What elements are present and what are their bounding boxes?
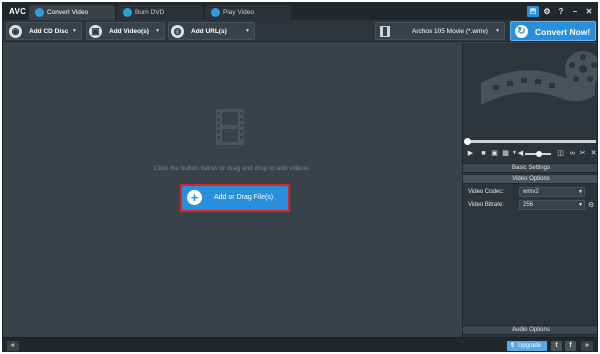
- crop-icon[interactable]: ◫: [557, 150, 564, 157]
- preview-film-reel-icon: [463, 43, 597, 138]
- convert-icon: [35, 8, 44, 17]
- play-icon[interactable]: ▶: [467, 150, 474, 157]
- minimize-button[interactable]: –: [569, 6, 581, 17]
- film-add-icon: ▣: [89, 25, 102, 38]
- play-icon: [211, 8, 220, 17]
- tab-play-video[interactable]: Play Video: [205, 5, 291, 20]
- facebook-icon[interactable]: f: [565, 341, 576, 351]
- tab-convert-video[interactable]: Convert Video: [29, 5, 115, 20]
- add-url-label: Add URL(s): [191, 28, 227, 35]
- upgrade-button[interactable]: ⇧ Upgrade: [507, 341, 547, 351]
- output-format-select[interactable]: Archos 105 Movie (*.wmv) ▼: [375, 22, 505, 40]
- close-button[interactable]: ✕: [583, 6, 595, 17]
- video-codec-value: wmv2: [523, 189, 539, 195]
- globe-add-icon: ◍: [171, 25, 184, 38]
- upgrade-label: Upgrade: [518, 343, 542, 349]
- add-cd-label: Add CD Disc: [29, 28, 69, 35]
- tab-label: Burn DVD: [135, 9, 165, 16]
- drop-area[interactable]: Click the button below or drag and drop …: [3, 43, 461, 337]
- video-codec-row: Video Codec: wmv2 ▼: [463, 186, 597, 198]
- add-files-label: Add or Drag File(s): [214, 194, 274, 201]
- add-cd-button[interactable]: ◉ Add CD Disc ▼: [6, 22, 82, 40]
- add-or-drag-files-button[interactable]: + Add or Drag File(s): [182, 186, 288, 210]
- cut-icon[interactable]: ✂: [579, 150, 586, 157]
- app-window: AVC Convert Video Burn DVD Play Video ⬒ …: [2, 2, 598, 352]
- chevron-down-icon: ▼: [155, 28, 160, 34]
- add-url-button[interactable]: ◍ Add URL(s) ▼: [168, 22, 255, 40]
- toolbar: ◉ Add CD Disc ▼ ▣ Add Video(s) ▼ ◍ Add U…: [3, 20, 597, 42]
- add-videos-button[interactable]: ▣ Add Video(s) ▼: [86, 22, 165, 40]
- video-bitrate-value: 256: [523, 202, 534, 208]
- chevron-down-icon: ▼: [578, 202, 583, 208]
- video-bitrate-row: Video Bitrate: 256 ▼ ⚙: [463, 199, 597, 211]
- arrow-up-icon: ⇧: [510, 343, 516, 349]
- output-format-value: Archos 105 Movie (*.wmv): [412, 28, 488, 35]
- chevron-down-icon: ▼: [245, 28, 250, 34]
- disc-icon: [123, 8, 132, 17]
- stop-icon[interactable]: ■: [480, 150, 487, 157]
- film-icon: [380, 26, 390, 37]
- disc-add-icon: ◉: [9, 25, 22, 38]
- drop-hint-text: Click the button below or drag and drop …: [154, 165, 310, 172]
- plus-icon: +: [187, 190, 202, 205]
- seek-handle[interactable]: [464, 138, 471, 145]
- chevron-down-icon: ▼: [72, 28, 77, 34]
- video-options-header[interactable]: Video Options: [463, 174, 597, 184]
- status-bar: « ⇧ Upgrade t f »: [3, 337, 597, 351]
- window-controls: ⬒ ⚙ ? – ✕: [527, 6, 595, 17]
- tab-label: Convert Video: [47, 9, 89, 16]
- twitter-icon[interactable]: t: [551, 341, 562, 351]
- chevron-down-icon: ▼: [578, 189, 583, 195]
- frame-icon[interactable]: ▦: [502, 150, 509, 157]
- help-icon[interactable]: ?: [555, 6, 567, 17]
- app-logo: AVC: [9, 7, 27, 16]
- settings-icon[interactable]: ⚙: [541, 6, 553, 17]
- convert-now-label: Convert Now!: [535, 27, 591, 37]
- video-codec-label: Video Codec:: [468, 189, 504, 195]
- audio-options-header[interactable]: Audio Options: [463, 325, 597, 335]
- right-panel: ▶ ■ ▣ ▦ ▼ ◀ ◫ ∞ ✂ ✕ Basic Settings Video…: [462, 43, 597, 337]
- playback-controls: ▶ ■ ▣ ▦ ▼ ◀ ◫ ∞ ✂ ✕: [463, 148, 597, 160]
- chevron-down-icon: ▼: [495, 28, 500, 34]
- volume-icon[interactable]: ◀: [517, 150, 524, 157]
- tab-burn-dvd[interactable]: Burn DVD: [117, 5, 203, 20]
- film-strip-icon: [216, 109, 244, 145]
- tab-label: Play Video: [223, 9, 254, 16]
- video-codec-select[interactable]: wmv2 ▼: [519, 187, 585, 197]
- title-bar: AVC Convert Video Burn DVD Play Video ⬒ …: [3, 3, 597, 20]
- expand-right-icon[interactable]: »: [581, 341, 593, 351]
- volume-handle[interactable]: [536, 151, 542, 157]
- add-videos-label: Add Video(s): [109, 28, 149, 35]
- store-icon[interactable]: ⬒: [527, 6, 539, 17]
- collapse-left-icon[interactable]: «: [7, 341, 19, 351]
- effects-icon[interactable]: ✕: [590, 150, 597, 157]
- video-bitrate-label: Video Bitrate:: [468, 202, 504, 208]
- basic-settings-header[interactable]: Basic Settings: [463, 163, 597, 173]
- convert-now-button[interactable]: ↻ Convert Now!: [510, 21, 596, 41]
- refresh-icon: ↻: [515, 25, 528, 38]
- video-bitrate-select[interactable]: 256 ▼: [519, 200, 585, 210]
- link-icon[interactable]: ∞: [569, 150, 576, 157]
- snapshot-icon[interactable]: ▣: [491, 150, 498, 157]
- seek-bar[interactable]: [466, 140, 596, 143]
- gear-icon[interactable]: ⚙: [588, 201, 594, 209]
